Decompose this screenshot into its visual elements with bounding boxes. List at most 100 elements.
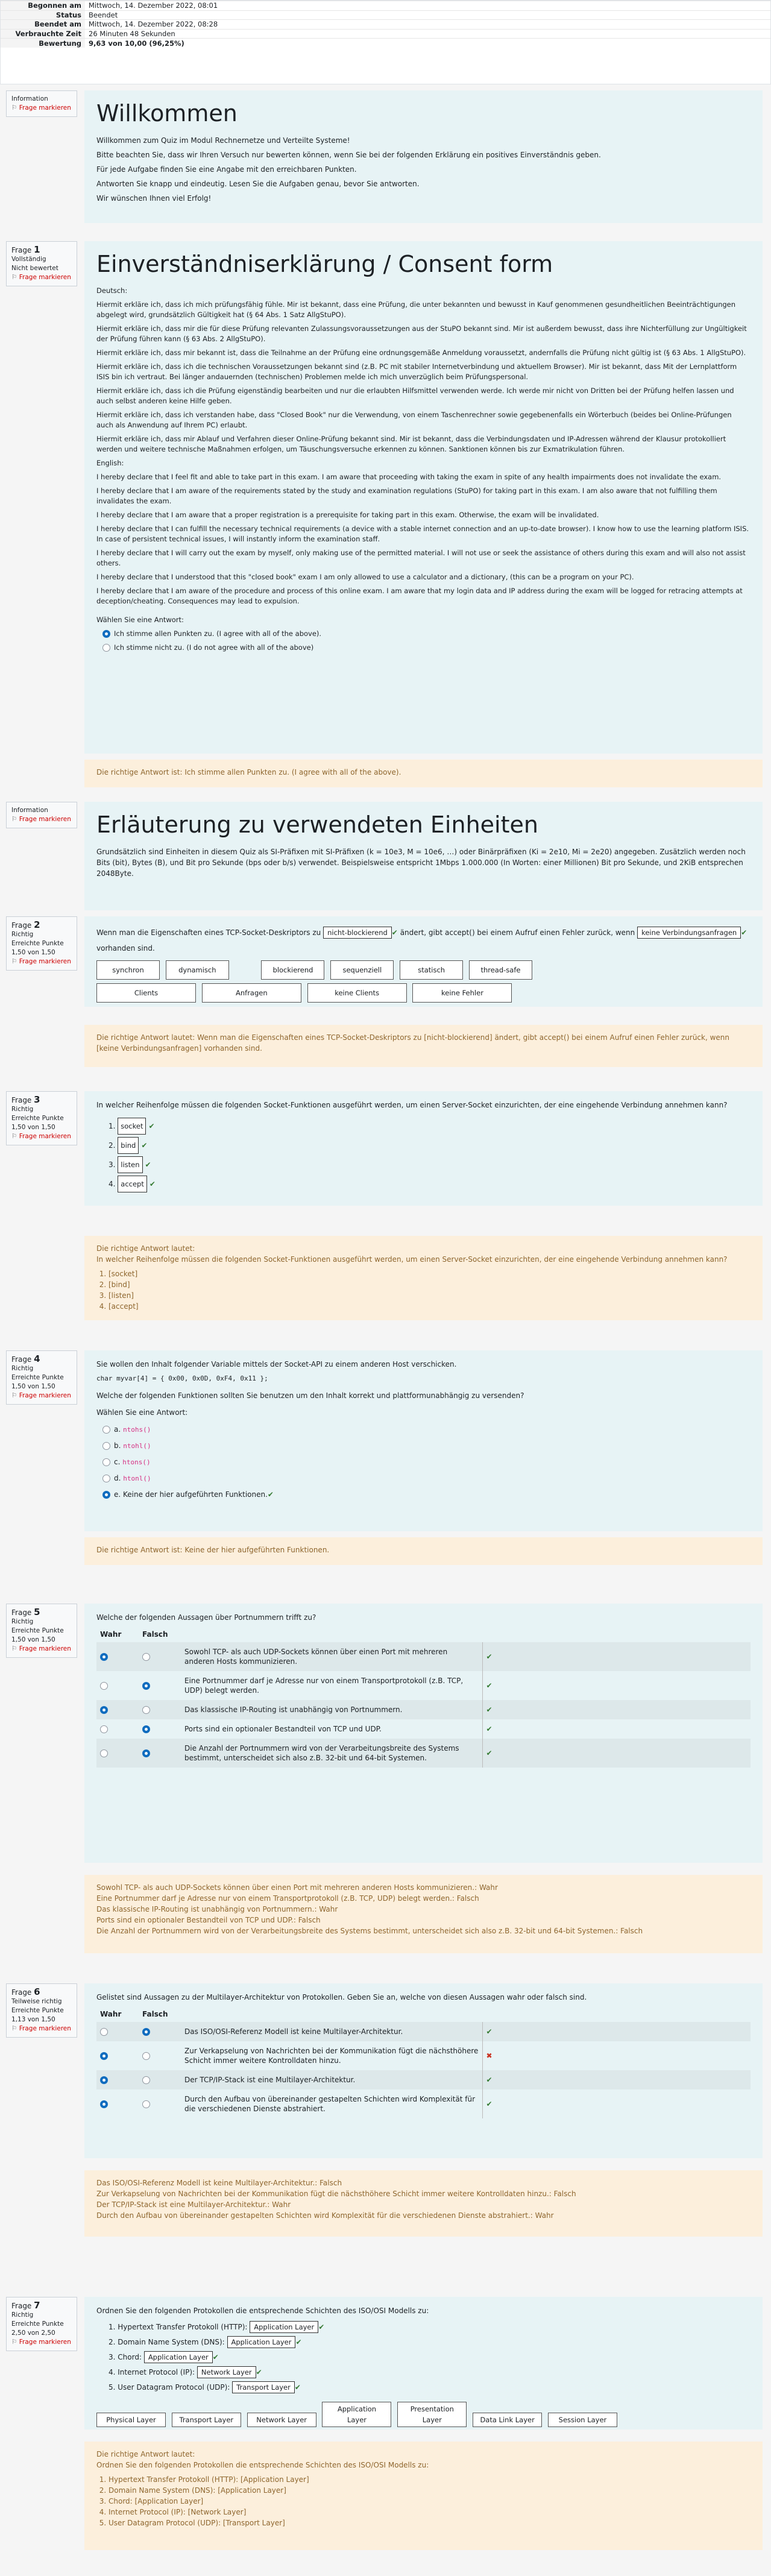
drop-zone-1[interactable]: nicht-blockierend bbox=[323, 927, 392, 939]
drop-zone[interactable]: Transport Layer bbox=[232, 2381, 295, 2393]
question-number: 2 bbox=[34, 919, 40, 930]
radio-true[interactable] bbox=[100, 1682, 108, 1690]
flag-question-link[interactable]: Frage markieren bbox=[11, 1645, 72, 1654]
question-text: Ordnen Sie den folgenden Protokollen die… bbox=[96, 2307, 429, 2315]
drag-choice[interactable]: blockierend bbox=[261, 960, 325, 980]
flag-question-link[interactable]: Frage markieren bbox=[11, 104, 72, 113]
question-state: Richtig bbox=[11, 1106, 34, 1113]
radio-true[interactable] bbox=[100, 2100, 108, 2108]
flag-question-link[interactable]: Frage markieren bbox=[11, 2024, 72, 2033]
flag-question-link[interactable]: Frage markieren bbox=[11, 957, 72, 966]
drop-zone[interactable]: Application Layer bbox=[250, 2321, 319, 2333]
radio-true[interactable] bbox=[100, 1725, 108, 1733]
order-item[interactable]: listen bbox=[118, 1156, 143, 1173]
question-state: Richtig bbox=[11, 1618, 34, 1625]
flag-question-link[interactable]: Frage markieren bbox=[11, 1132, 72, 1141]
radio-false[interactable] bbox=[142, 1749, 150, 1757]
code-snippet: char myvar[4] = { 0x00, 0x0D, 0xF4, 0x11… bbox=[96, 1375, 268, 1382]
answer-line: Eine Portnummer darf je Adresse nur von … bbox=[96, 1894, 479, 1903]
radio-option[interactable] bbox=[102, 1491, 110, 1499]
summary-value: 9,63 von 10,00 (96,25%) bbox=[85, 38, 770, 48]
question-label: Frage bbox=[11, 1988, 32, 1997]
radio-false[interactable] bbox=[142, 1706, 150, 1714]
option-label: ntohl() bbox=[123, 1442, 151, 1450]
true-false-table: Wahr Falsch Das ISO/OSI-Referenz Modell i… bbox=[96, 2006, 751, 2118]
radio-false[interactable] bbox=[142, 1725, 150, 1733]
question-label: Frage bbox=[11, 921, 32, 930]
summary-label: Bewertung bbox=[1, 38, 85, 48]
drop-zone[interactable]: Network Layer bbox=[197, 2366, 256, 2378]
drag-choice[interactable]: keine Fehler bbox=[412, 983, 512, 1003]
option-label: Ich stimme nicht zu. (I do not agree wit… bbox=[114, 643, 314, 652]
check-icon: ✔ bbox=[212, 2353, 219, 2361]
feedback-box: Die richtige Antwort ist: Keine der hier… bbox=[84, 1537, 763, 1565]
question-info: Information Frage markieren bbox=[6, 802, 77, 828]
drag-choice[interactable]: Network Layer bbox=[247, 2413, 316, 2427]
paragraph: I hereby declare that I feel fit and abl… bbox=[96, 473, 722, 481]
protocol-name: User Datagram Protocol (UDP): bbox=[118, 2383, 230, 2392]
drag-choice[interactable]: Anfragen bbox=[201, 983, 301, 1003]
question-content: Welche der folgenden Aussagen über Portn… bbox=[84, 1604, 763, 1863]
statement: Zur Verkapselung von Nachrichten bei der… bbox=[181, 2041, 483, 2070]
flag-question-link[interactable]: Frage markieren bbox=[11, 815, 72, 824]
question-info: Frage 7 Richtig Erreichte Punkte 2,50 vo… bbox=[6, 2297, 77, 2351]
summary-label: Status bbox=[1, 10, 85, 20]
drag-choice[interactable]: statisch bbox=[400, 960, 464, 980]
drop-zone[interactable]: Application Layer bbox=[227, 2336, 296, 2348]
answer-item: Chord: [Application Layer] bbox=[109, 2496, 751, 2507]
radio-disagree[interactable] bbox=[102, 644, 110, 652]
drag-choice[interactable]: Application Layer bbox=[322, 2402, 392, 2427]
drag-choice[interactable]: Data Link Layer bbox=[473, 2413, 543, 2427]
question-grade: Erreichte Punkte 1,50 von 1,50 bbox=[11, 940, 64, 956]
question-content: Sie wollen den Inhalt folgender Variable… bbox=[84, 1350, 763, 1531]
column-header: Wahr bbox=[100, 2010, 122, 2018]
radio-false[interactable] bbox=[142, 2052, 150, 2060]
flag-question-link[interactable]: Frage markieren bbox=[11, 1391, 72, 1400]
drag-choice[interactable]: keine Clients bbox=[307, 983, 407, 1003]
radio-false[interactable] bbox=[142, 2076, 150, 2084]
drag-choice[interactable]: Physical Layer bbox=[96, 2413, 166, 2427]
drag-choice[interactable]: thread-safe bbox=[468, 960, 532, 980]
drag-choice[interactable]: sequenziell bbox=[330, 960, 394, 980]
radio-false[interactable] bbox=[142, 1682, 150, 1690]
radio-option[interactable] bbox=[102, 1442, 110, 1450]
drag-choice[interactable]: Presentation Layer bbox=[397, 2402, 467, 2427]
order-item[interactable]: bind bbox=[118, 1137, 139, 1154]
radio-option[interactable] bbox=[102, 1426, 110, 1434]
drag-choice[interactable]: dynamisch bbox=[165, 960, 229, 980]
radio-true[interactable] bbox=[100, 1653, 108, 1661]
drop-zone[interactable]: Application Layer bbox=[143, 2351, 213, 2363]
answer-line: Zur Verkapselung von Nachrichten bei der… bbox=[96, 2190, 576, 2198]
radio-option[interactable] bbox=[102, 1475, 110, 1482]
paragraph: Hiermit erkläre ich, dass ich die Prüfun… bbox=[96, 386, 734, 405]
radio-option[interactable] bbox=[102, 1458, 110, 1466]
question-title: Einverständniserklärung / Consent form bbox=[96, 251, 553, 277]
flag-question-link[interactable]: Frage markieren bbox=[11, 2338, 72, 2347]
drag-choice[interactable]: Transport Layer bbox=[171, 2413, 241, 2427]
radio-true[interactable] bbox=[100, 1749, 108, 1757]
statement: Sowohl TCP- als auch UDP-Sockets können … bbox=[181, 1642, 483, 1671]
info-label: Information bbox=[11, 95, 48, 102]
drag-choice[interactable]: synchron bbox=[96, 960, 160, 980]
radio-true[interactable] bbox=[100, 2028, 108, 2036]
option-letter: a. bbox=[114, 1425, 121, 1434]
radio-false[interactable] bbox=[142, 2028, 150, 2036]
radio-agree[interactable] bbox=[102, 630, 110, 638]
paragraph: Hiermit erkläre ich, dass ich die techni… bbox=[96, 362, 737, 381]
option-label: htons() bbox=[122, 1458, 151, 1466]
question-number: 7 bbox=[34, 2300, 40, 2311]
drop-zone-2[interactable]: keine Verbindungsanfragen bbox=[637, 927, 741, 939]
order-item[interactable]: socket bbox=[118, 1118, 146, 1135]
summary-label: Begonnen am bbox=[1, 1, 85, 10]
radio-true[interactable] bbox=[100, 2076, 108, 2084]
radio-false[interactable] bbox=[142, 1653, 150, 1661]
check-icon: ✔ bbox=[318, 2323, 325, 2331]
radio-true[interactable] bbox=[100, 2052, 108, 2060]
flag-question-link[interactable]: Frage markieren bbox=[11, 273, 72, 282]
radio-false[interactable] bbox=[142, 2100, 150, 2108]
order-item[interactable]: accept bbox=[118, 1176, 147, 1192]
drag-choice[interactable]: Session Layer bbox=[547, 2413, 617, 2427]
drag-choice[interactable]: Clients bbox=[96, 983, 196, 1003]
radio-true[interactable] bbox=[100, 1706, 108, 1714]
question-info: Frage 4 Richtig Erreichte Punkte 1,50 vo… bbox=[6, 1350, 77, 1405]
